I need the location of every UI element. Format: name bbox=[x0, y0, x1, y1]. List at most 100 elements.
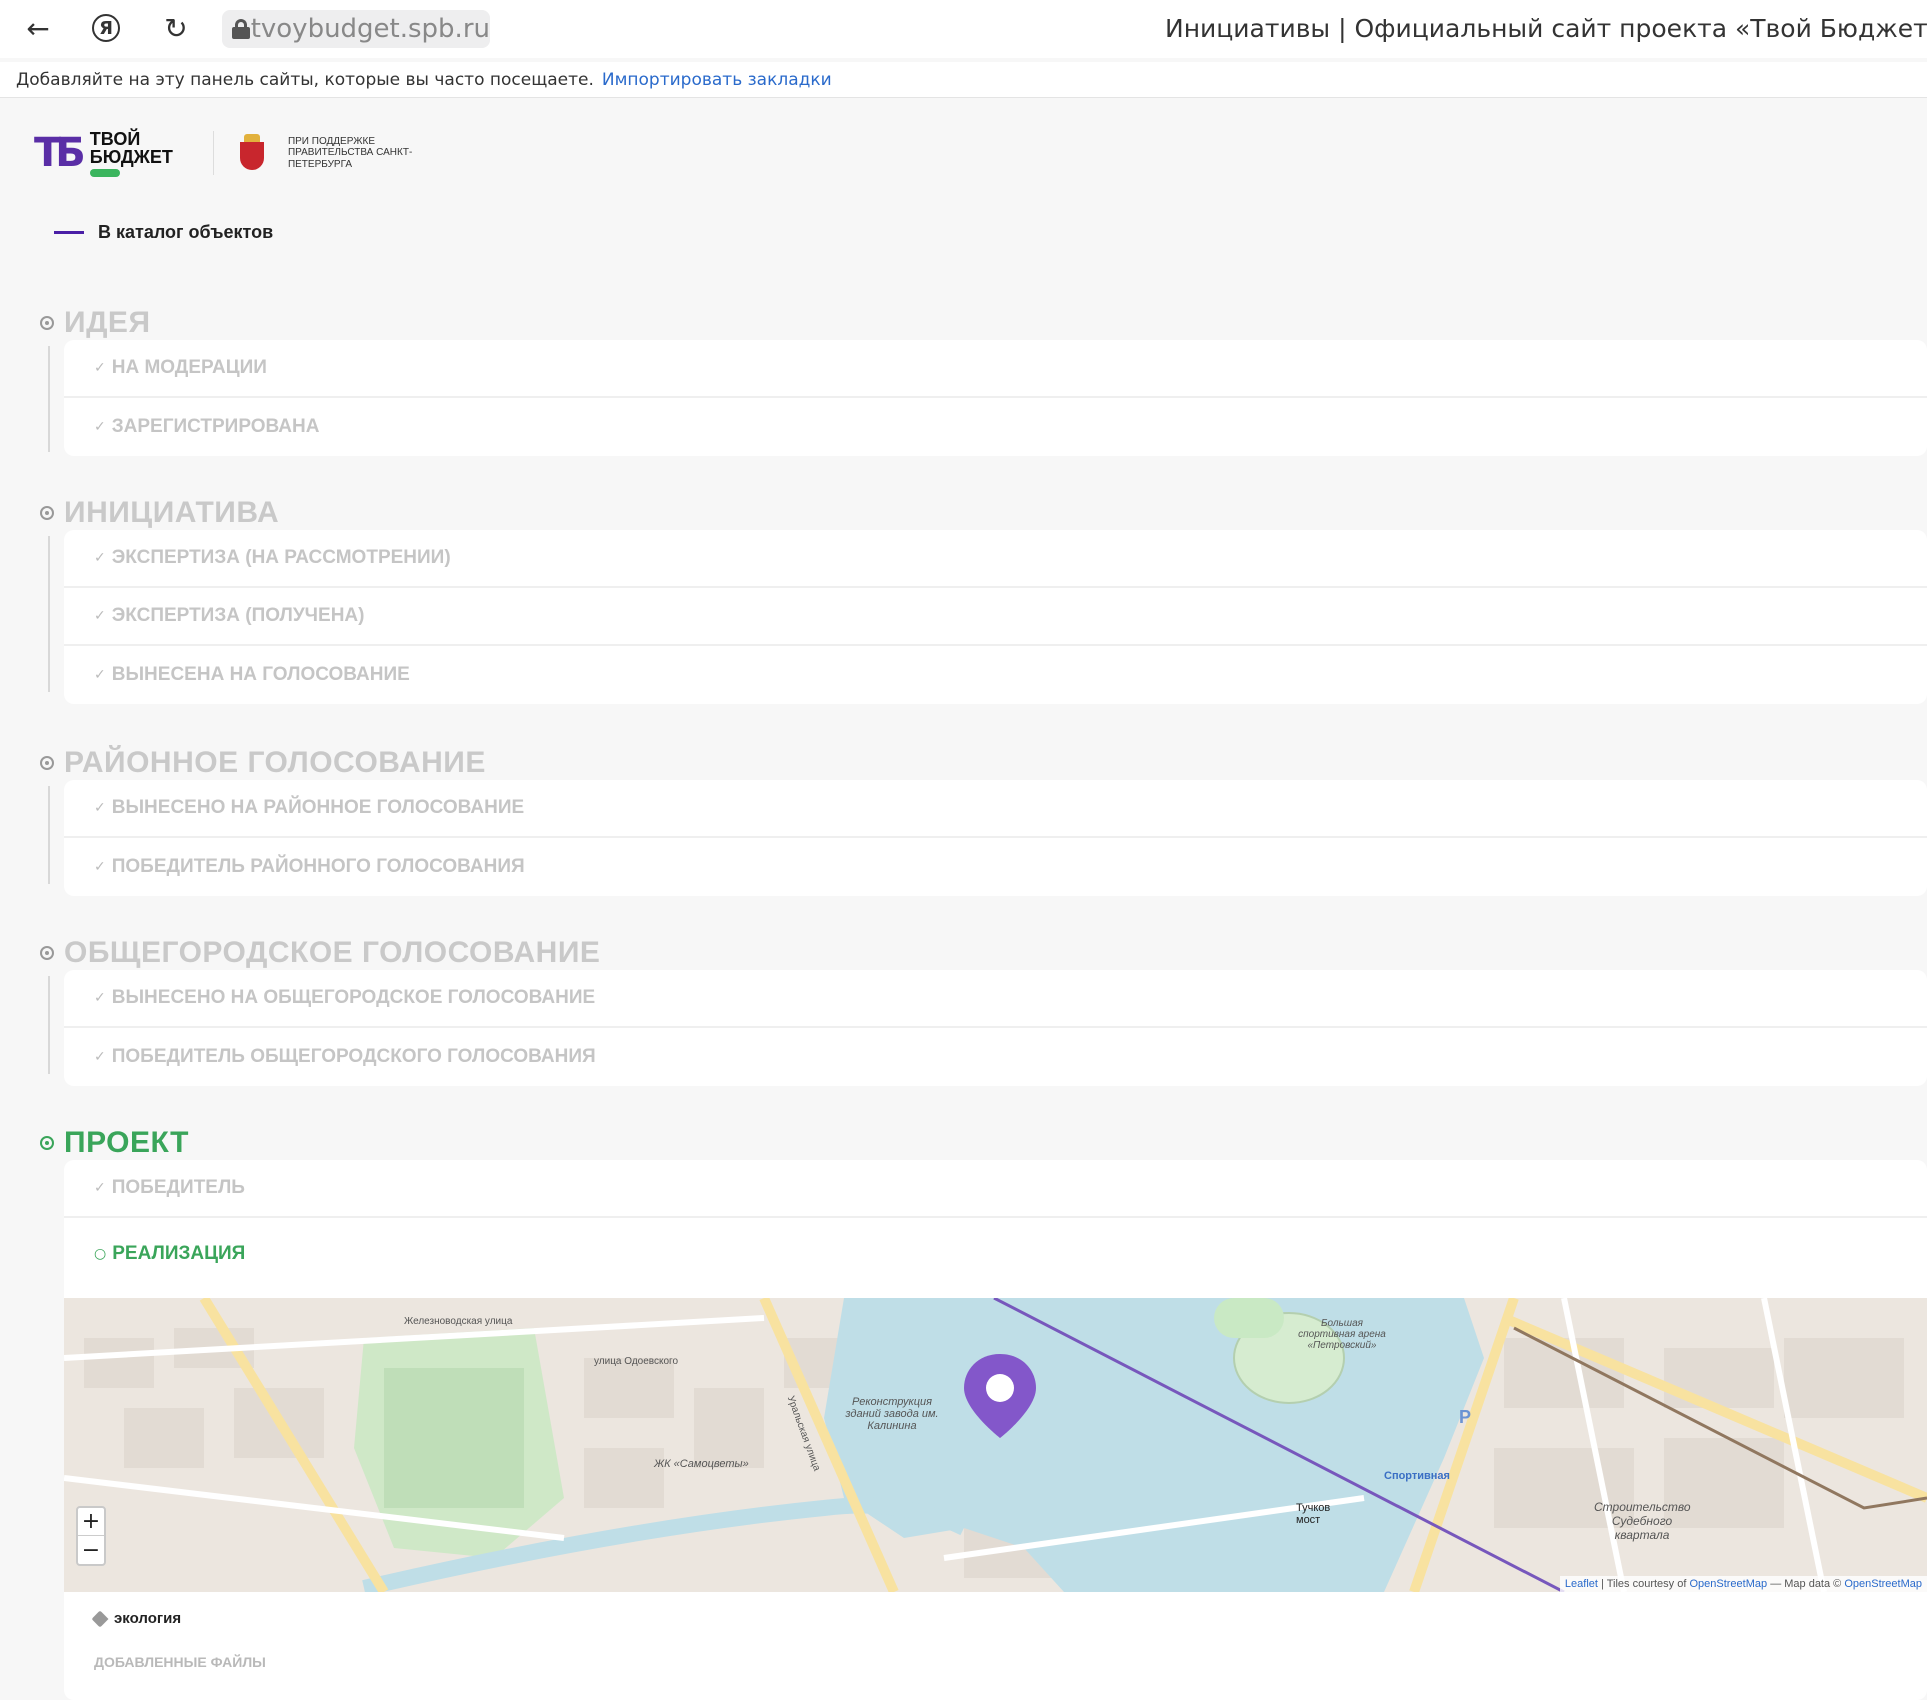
step-item: ✓ ПОБЕДИТЕЛЬ bbox=[64, 1160, 1927, 1218]
step-item: ✓ ПОБЕДИТЕЛЬ ОБЩЕГОРОДСКОГО ГОЛОСОВАНИЯ bbox=[64, 1028, 1927, 1086]
map-label-arena: Большая спортивная арена «Петровский» bbox=[1298, 1318, 1386, 1351]
check-icon: ✓ bbox=[94, 1049, 106, 1065]
step-label: ЭКСПЕРТИЗА (ПОЛУЧЕНА) bbox=[111, 605, 365, 626]
category-tag[interactable]: экология bbox=[91, 1610, 182, 1627]
stage-dot-icon bbox=[40, 316, 54, 330]
tag-icon bbox=[91, 1610, 109, 1627]
map-label-construction: Строительство Судебного квартала bbox=[1594, 1500, 1691, 1542]
bookmarks-hint: Добавляйте на эту панель сайты, которые … bbox=[16, 69, 594, 90]
stage-dot-icon bbox=[40, 756, 54, 770]
catalog-back-label: В каталог объектов bbox=[98, 222, 274, 242]
step-label: ПОБЕДИТЕЛЬ bbox=[111, 1177, 245, 1198]
map-label-complex: ЖК «Самоцветы» bbox=[654, 1458, 749, 1470]
tvoy-budget-logo-mark[interactable]: TБ bbox=[34, 133, 86, 173]
step-label: ПОБЕДИТЕЛЬ РАЙОННОГО ГОЛОСОВАНИЯ bbox=[111, 856, 525, 877]
logo-word-bottom: БЮДЖЕТ bbox=[89, 146, 173, 167]
stage-title: РАЙОННОЕ ГОЛОСОВАНИЕ bbox=[64, 746, 486, 779]
check-icon: ✓ bbox=[94, 419, 106, 435]
map-label-bridge: Тучков мост bbox=[1296, 1502, 1331, 1526]
map-label-metro: Спортивная bbox=[1384, 1470, 1450, 1482]
page-title-bar: Инициативы | Официальный сайт проекта «Т… bbox=[1165, 14, 1927, 43]
browser-toolbar: ← Я ↻ tvoybudget.spb.ru Инициативы | Офи… bbox=[0, 0, 1927, 58]
stage-project-header: ПРОЕКТ bbox=[40, 1126, 189, 1160]
step-label: ВЫНЕСЕНА НА ГОЛОСОВАНИЕ bbox=[111, 664, 410, 685]
attribution-data: — Map data © bbox=[1770, 1578, 1842, 1590]
back-arrow-icon[interactable]: ← bbox=[20, 10, 56, 46]
step-label: ВЫНЕСЕНО НА РАЙОННОЕ ГОЛОСОВАНИЕ bbox=[111, 797, 525, 818]
osm-data-link[interactable]: OpenStreetMap bbox=[1844, 1578, 1922, 1590]
step-item: ✓ ПОБЕДИТЕЛЬ РАЙОННОГО ГОЛОСОВАНИЯ bbox=[64, 838, 1927, 896]
progress-circle-icon: ○ bbox=[94, 1246, 107, 1262]
stage-idea-header: ИДЕЯ bbox=[40, 306, 151, 340]
back-dash-icon bbox=[54, 231, 84, 234]
check-icon: ✓ bbox=[94, 990, 106, 1006]
map-attribution: Leaflet | Tiles courtesy of OpenStreetMa… bbox=[1559, 1576, 1927, 1592]
stage-initiative-header: ИНИЦИАТИВА bbox=[40, 496, 279, 530]
check-icon: ✓ bbox=[94, 800, 106, 816]
catalog-back-link[interactable]: В каталог объектов bbox=[54, 222, 273, 243]
zoom-in-button[interactable]: + bbox=[78, 1508, 104, 1536]
location-map[interactable]: P Спортивная Тучков мост ЖК «Самоцветы» … bbox=[64, 1298, 1927, 1592]
stage-city-vote-header: ОБЩЕГОРОДСКОЕ ГОЛОСОВАНИЕ bbox=[40, 936, 600, 970]
logo-word-top: ТВОЙ bbox=[89, 128, 141, 149]
stage-title: ОБЩЕГОРОДСКОЕ ГОЛОСОВАНИЕ bbox=[64, 936, 601, 969]
stage-connector bbox=[48, 346, 50, 452]
logo-divider bbox=[212, 131, 214, 175]
stage-idea-steps: ✓ НА МОДЕРАЦИИ ✓ ЗАРЕГИСТРИРОВАНА bbox=[64, 340, 1927, 456]
step-label: ПОБЕДИТЕЛЬ ОБЩЕГОРОДСКОГО ГОЛОСОВАНИЯ bbox=[111, 1046, 596, 1067]
map-tiles: P bbox=[64, 1298, 1927, 1592]
zoom-out-button[interactable]: − bbox=[78, 1536, 104, 1564]
step-label: НА МОДЕРАЦИИ bbox=[111, 357, 267, 378]
stage-title: ПРОЕКТ bbox=[64, 1126, 189, 1159]
check-icon: ✓ bbox=[94, 667, 106, 683]
map-label-street: Железноводская улица bbox=[404, 1316, 513, 1327]
stage-connector bbox=[48, 976, 50, 1074]
check-icon: ✓ bbox=[94, 1180, 106, 1196]
step-label: ЭКСПЕРТИЗА (НА РАССМОТРЕНИИ) bbox=[111, 547, 451, 568]
spb-crest-icon bbox=[238, 134, 266, 172]
stage-initiative-steps: ✓ ЭКСПЕРТИЗА (НА РАССМОТРЕНИИ) ✓ ЭКСПЕРТИЗ… bbox=[64, 530, 1927, 704]
attribution-tiles: | Tiles courtesy of bbox=[1601, 1578, 1687, 1590]
step-item: ✓ ВЫНЕСЕНА НА ГОЛОСОВАНИЕ bbox=[64, 646, 1927, 704]
url-text: tvoybudget.spb.ru bbox=[250, 14, 490, 44]
site-header: TБ ТВОЙ БЮДЖЕТ ПРИ ПОДДЕРЖКЕ ПРАВИТЕЛЬСТ… bbox=[34, 128, 418, 178]
address-bar[interactable]: tvoybudget.spb.ru bbox=[222, 10, 490, 48]
step-item: ✓ ЗАРЕГИСТРИРОВАНА bbox=[64, 398, 1927, 456]
step-item: ✓ ЭКСПЕРТИЗА (ПОЛУЧЕНА) bbox=[64, 588, 1927, 646]
map-label-street: улица Одоевского bbox=[594, 1356, 679, 1367]
tvoy-budget-logo-text[interactable]: ТВОЙ БЮДЖЕТ bbox=[89, 128, 173, 177]
stage-district-vote-header: РАЙОННОЕ ГОЛОСОВАНИЕ bbox=[40, 746, 486, 780]
stage-dot-icon bbox=[40, 946, 54, 960]
check-icon: ✓ bbox=[94, 859, 106, 875]
check-icon: ✓ bbox=[94, 360, 106, 376]
check-icon: ✓ bbox=[94, 608, 106, 624]
reload-icon[interactable]: ↻ bbox=[158, 10, 194, 46]
step-label: ЗАРЕГИСТРИРОВАНА bbox=[111, 416, 320, 437]
step-label: ВЫНЕСЕНО НА ОБЩЕГОРОДСКОЕ ГОЛОСОВАНИЕ bbox=[111, 987, 596, 1008]
step-item-active: ○ РЕАЛИЗАЦИЯ bbox=[64, 1218, 1927, 1290]
lock-icon bbox=[232, 19, 250, 39]
map-zoom-control: + − bbox=[76, 1506, 106, 1566]
step-item: ✓ ВЫНЕСЕНО НА РАЙОННОЕ ГОЛОСОВАНИЕ bbox=[64, 780, 1927, 838]
leaflet-link[interactable]: Leaflet bbox=[1565, 1578, 1598, 1590]
bookmarks-bar: Добавляйте на эту панель сайты, которые … bbox=[0, 62, 1927, 98]
map-label-reconstruction: Реконструкция зданий завода им. Калинина bbox=[845, 1396, 939, 1432]
stage-connector bbox=[48, 536, 50, 692]
stage-district-vote-steps: ✓ ВЫНЕСЕНО НА РАЙОННОЕ ГОЛОСОВАНИЕ ✓ ПОБЕД… bbox=[64, 780, 1927, 896]
stage-dot-icon bbox=[40, 506, 54, 520]
government-support-text: ПРИ ПОДДЕРЖКЕ ПРАВИТЕЛЬСТВА САНКТ-ПЕТЕРБ… bbox=[287, 135, 413, 170]
step-item: ✓ ЭКСПЕРТИЗА (НА РАССМОТРЕНИИ) bbox=[64, 530, 1927, 588]
stage-connector bbox=[48, 786, 50, 884]
yandex-icon[interactable]: Я bbox=[88, 10, 124, 46]
step-item: ✓ НА МОДЕРАЦИИ bbox=[64, 340, 1927, 398]
category-label: экология bbox=[114, 1610, 182, 1627]
page-content: TБ ТВОЙ БЮДЖЕТ ПРИ ПОДДЕРЖКЕ ПРАВИТЕЛЬСТ… bbox=[0, 98, 1927, 1700]
logo-badge bbox=[89, 168, 120, 177]
import-bookmarks-link[interactable]: Импортировать закладки bbox=[602, 70, 832, 90]
attached-files-heading: ДОБАВЛЕННЫЕ ФАЙЛЫ bbox=[94, 1654, 266, 1670]
step-item: ✓ ВЫНЕСЕНО НА ОБЩЕГОРОДСКОЕ ГОЛОСОВАНИЕ bbox=[64, 970, 1927, 1028]
osm-tiles-link[interactable]: OpenStreetMap bbox=[1689, 1578, 1767, 1590]
stage-dot-icon bbox=[40, 1136, 54, 1150]
step-label: РЕАЛИЗАЦИЯ bbox=[112, 1243, 246, 1264]
stage-city-vote-steps: ✓ ВЫНЕСЕНО НА ОБЩЕГОРОДСКОЕ ГОЛОСОВАНИЕ ✓… bbox=[64, 970, 1927, 1086]
